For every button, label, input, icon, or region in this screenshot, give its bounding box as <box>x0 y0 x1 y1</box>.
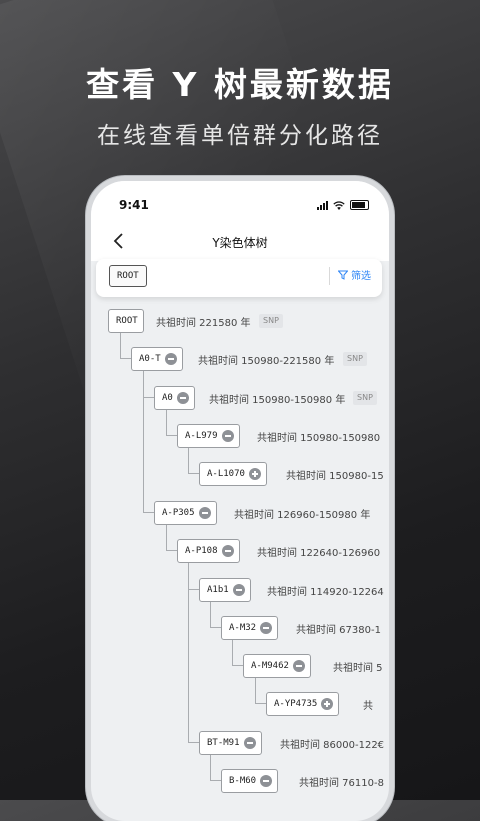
tree-node[interactable]: A1b1 <box>199 578 251 602</box>
node-time: 共祖时间 67380-1 <box>296 625 381 636</box>
node-time: 共 <box>363 701 373 712</box>
node-label: A-M32 <box>229 623 257 633</box>
node-time: 共祖时间 5 <box>333 663 383 674</box>
tree-node[interactable]: BT-M91 <box>199 731 262 755</box>
snp-badge[interactable]: SNP <box>259 314 283 328</box>
tree-node[interactable]: A-M32 <box>221 616 279 640</box>
node-label: B-M60 <box>229 776 257 786</box>
node-time: 共祖时间 150980-15 <box>286 471 384 482</box>
node-label: A-L979 <box>185 431 218 441</box>
collapse-icon[interactable] <box>232 584 245 596</box>
collapse-icon[interactable] <box>176 392 189 404</box>
tree-connector <box>143 368 144 512</box>
node-label: BT-M91 <box>207 738 240 748</box>
node-time: 共祖时间 150980-150980 <box>257 433 381 444</box>
tree-node[interactable]: A0-T <box>131 347 183 371</box>
tree-node[interactable]: A-P305 <box>154 501 217 525</box>
battery-icon <box>350 200 369 210</box>
nav-bar: Y染色体树 <box>91 225 389 261</box>
funnel-icon <box>338 270 348 280</box>
node-label: A-M9462 <box>251 661 289 671</box>
tree-connector <box>188 742 199 743</box>
node-time: 共祖时间 114920-12264 <box>267 587 384 598</box>
tree-connector <box>166 550 177 551</box>
snp-badge[interactable]: SNP <box>353 391 377 405</box>
node-label: A0 <box>162 393 173 403</box>
tree-connector <box>188 589 199 590</box>
snp-badge[interactable]: SNP <box>343 352 367 366</box>
tree-node[interactable]: A-P108 <box>177 539 240 563</box>
page-title: Y染色体树 <box>212 236 268 250</box>
tree-connector <box>143 512 154 513</box>
tree-connector <box>210 627 221 628</box>
node-label: A-P305 <box>162 508 195 518</box>
collapse-icon[interactable] <box>221 545 234 557</box>
status-icons <box>317 200 369 210</box>
root-chip[interactable]: ROOT <box>109 265 147 287</box>
expand-icon[interactable] <box>321 698 334 710</box>
signal-icon <box>317 200 328 210</box>
divider <box>329 267 330 285</box>
node-label: A1b1 <box>207 585 229 595</box>
filter-label: 筛选 <box>351 271 371 282</box>
node-time: 共祖时间 126960-150980 年 <box>234 510 371 521</box>
node-label: A0-T <box>139 354 161 364</box>
tree-connector <box>143 397 154 398</box>
hero-subtitle: 在线查看单倍群分化路径 <box>97 123 383 149</box>
tree-node[interactable]: A-L979 <box>177 424 240 448</box>
node-time: 共祖时间 76110-8 <box>299 778 384 789</box>
phone-frame: 9:41 Y染色体树 ROOT 筛选 ROOT 共祖时间 221580 年 SN… <box>91 181 389 821</box>
tree-connector <box>120 358 131 359</box>
tree-connector <box>255 703 266 704</box>
filter-bar: ROOT 筛选 <box>96 259 382 297</box>
node-label: A-YP4735 <box>274 699 318 709</box>
tree-connector <box>232 638 233 665</box>
collapse-icon[interactable] <box>260 775 273 787</box>
tree-connector <box>166 407 167 436</box>
tree-connector <box>210 780 221 781</box>
status-time: 9:41 <box>119 198 149 212</box>
tree-node[interactable]: A-L1070 <box>199 462 267 486</box>
tree-connector <box>188 473 199 474</box>
node-time: 共祖时间 150980-221580 年 <box>198 356 335 367</box>
tree-connector <box>255 676 256 704</box>
tree-node[interactable]: A-M9462 <box>243 654 311 678</box>
hero-title: 查看 Y 树最新数据 <box>86 65 394 104</box>
collapse-icon[interactable] <box>164 353 177 365</box>
tree-connector <box>210 753 211 781</box>
node-label: ROOT <box>116 316 138 326</box>
tree-connector <box>166 523 167 550</box>
tree-connector <box>166 435 177 436</box>
collapse-icon[interactable] <box>292 660 305 672</box>
tree-node-root[interactable]: ROOT <box>108 309 144 333</box>
node-label: A-L1070 <box>207 469 245 479</box>
node-time: 共祖时间 221580 年 <box>156 318 251 329</box>
collapse-icon[interactable] <box>198 507 211 519</box>
y-tree: ROOT 共祖时间 221580 年 SNP A0-T 共祖时间 150980-… <box>91 301 389 821</box>
tree-connector <box>232 665 243 666</box>
wifi-icon <box>333 200 345 210</box>
node-time: 共祖时间 150980-150980 年 <box>209 395 346 406</box>
collapse-icon[interactable] <box>221 430 234 442</box>
filter-button[interactable]: 筛选 <box>338 267 371 282</box>
tree-node[interactable]: B-M60 <box>221 769 279 793</box>
node-label: A-P108 <box>185 546 218 556</box>
tree-connector <box>188 446 189 474</box>
status-bar: 9:41 <box>91 181 389 225</box>
tree-node[interactable]: A-YP4735 <box>266 692 340 716</box>
expand-icon[interactable] <box>248 468 261 480</box>
collapse-icon[interactable] <box>260 622 273 634</box>
node-time: 共祖时间 122640-126960 <box>257 548 381 559</box>
node-time: 共祖时间 86000-122€ <box>280 740 385 751</box>
tree-node[interactable]: A0 <box>154 386 195 410</box>
collapse-icon[interactable] <box>243 737 256 749</box>
tree-connector <box>210 599 211 627</box>
